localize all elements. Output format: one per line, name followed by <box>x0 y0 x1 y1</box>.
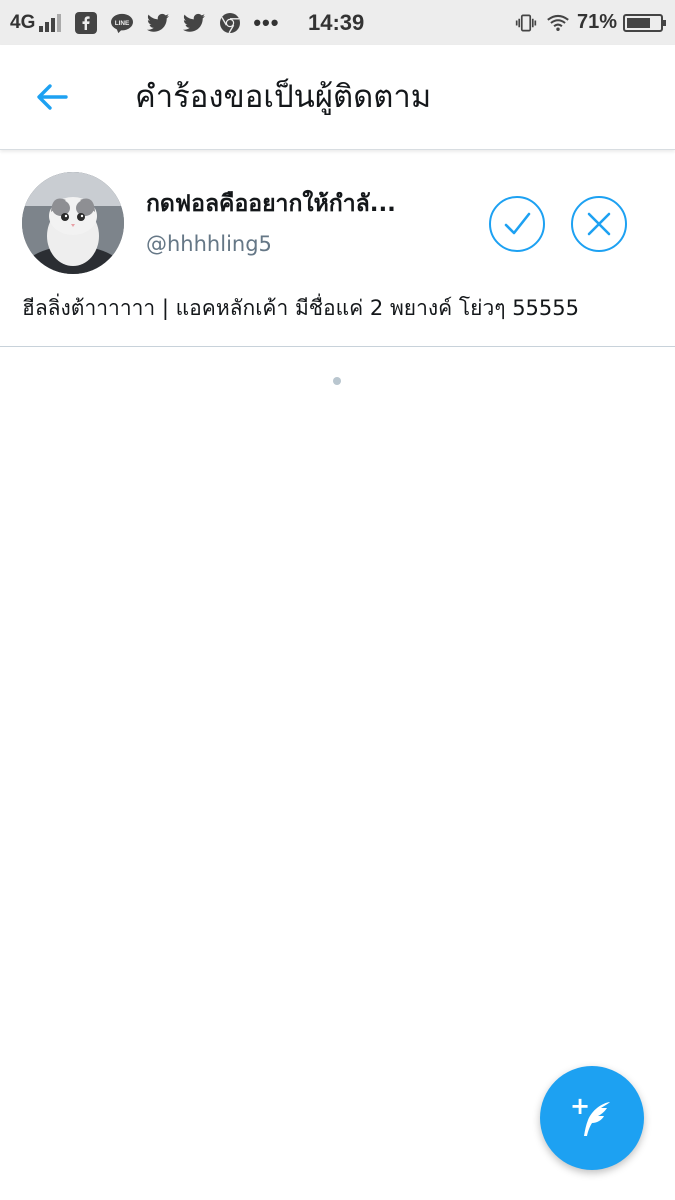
chrome-icon <box>219 12 241 34</box>
page-title: คำร้องขอเป็นผู้ติดตาม <box>135 79 432 115</box>
user-bio: ฮีลลิ่งต้าาาาาา | แอคหลักเค้า มีชื่อแค่ … <box>22 296 579 320</box>
loading-indicator <box>333 377 341 385</box>
display-name[interactable]: กดฟอลคืออยากให้กำลั... <box>146 186 466 222</box>
network-type: 4G <box>10 11 36 33</box>
avatar[interactable] <box>22 172 124 274</box>
compose-tweet-icon: + <box>570 1092 610 1136</box>
clock: 14:39 <box>308 10 365 35</box>
accept-button[interactable] <box>489 196 545 252</box>
back-button[interactable] <box>32 77 72 117</box>
battery-percent: 71% <box>576 11 617 33</box>
decline-button[interactable] <box>571 196 627 252</box>
twitter-icon <box>147 12 170 34</box>
facebook-icon <box>75 11 98 34</box>
arrow-left-icon <box>37 84 68 110</box>
twitter-icon <box>183 12 206 34</box>
wifi-icon <box>547 12 569 34</box>
follower-request-item[interactable]: กดฟอลคืออยากให้กำลั... @hhhhling5 ฮีลลิ่… <box>0 150 675 347</box>
svg-text:+: + <box>570 1092 590 1120</box>
status-bar: 4G LINE ••• 14:39 71% <box>0 0 675 45</box>
signal-icon <box>39 13 62 32</box>
cat-avatar-image <box>22 172 124 274</box>
compose-tweet-button[interactable]: + <box>540 1066 644 1170</box>
app-header: คำร้องขอเป็นผู้ติดตาม <box>0 45 675 150</box>
close-icon <box>587 212 611 236</box>
more-dots-icon: ••• <box>253 9 280 35</box>
checkmark-icon <box>504 212 531 235</box>
vibrate-icon <box>515 12 537 34</box>
svg-text:LINE: LINE <box>115 19 130 26</box>
line-icon: LINE <box>111 12 134 34</box>
battery-icon <box>623 13 666 32</box>
username-handle: @hhhhling5 <box>146 232 272 256</box>
